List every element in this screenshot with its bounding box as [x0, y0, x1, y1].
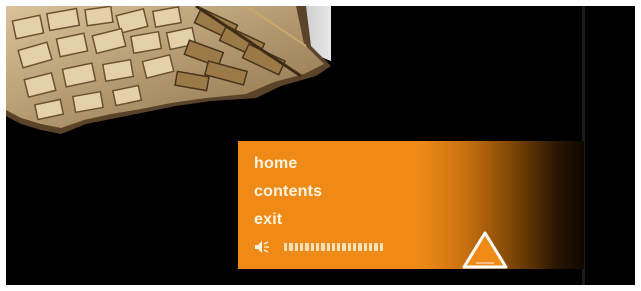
volume-segment[interactable] [331, 243, 336, 251]
volume-segment[interactable] [369, 243, 373, 251]
volume-segment[interactable] [379, 243, 383, 251]
menu-panel: home contents exit [238, 141, 584, 269]
volume-segment[interactable] [294, 243, 298, 251]
volume-segment[interactable] [299, 243, 304, 251]
volume-segment[interactable] [315, 243, 320, 251]
menu-item-exit[interactable]: exit [254, 206, 322, 234]
volume-segment[interactable] [289, 243, 293, 251]
speaker-icon[interactable] [254, 240, 270, 254]
app-stage: home contents exit [6, 6, 635, 285]
volume-segment[interactable] [305, 243, 309, 251]
menu-item-home[interactable]: home [254, 150, 322, 178]
volume-segment[interactable] [363, 243, 367, 251]
volume-segment[interactable] [284, 243, 288, 251]
volume-segment[interactable] [374, 243, 378, 251]
header-photo [6, 6, 331, 134]
volume-segment[interactable] [321, 243, 325, 251]
menu-list: home contents exit [254, 150, 322, 234]
menu-item-contents[interactable]: contents [254, 178, 322, 206]
volume-segment[interactable] [310, 243, 314, 251]
volume-segment[interactable] [347, 243, 352, 251]
volume-segment[interactable] [353, 243, 357, 251]
volume-slider[interactable] [284, 243, 383, 252]
volume-segment[interactable] [326, 243, 330, 251]
volume-control [254, 239, 383, 255]
volume-segment[interactable] [358, 243, 362, 251]
volume-segment[interactable] [342, 243, 346, 251]
triangle-up-icon[interactable] [460, 229, 510, 271]
volume-segment[interactable] [337, 243, 341, 251]
